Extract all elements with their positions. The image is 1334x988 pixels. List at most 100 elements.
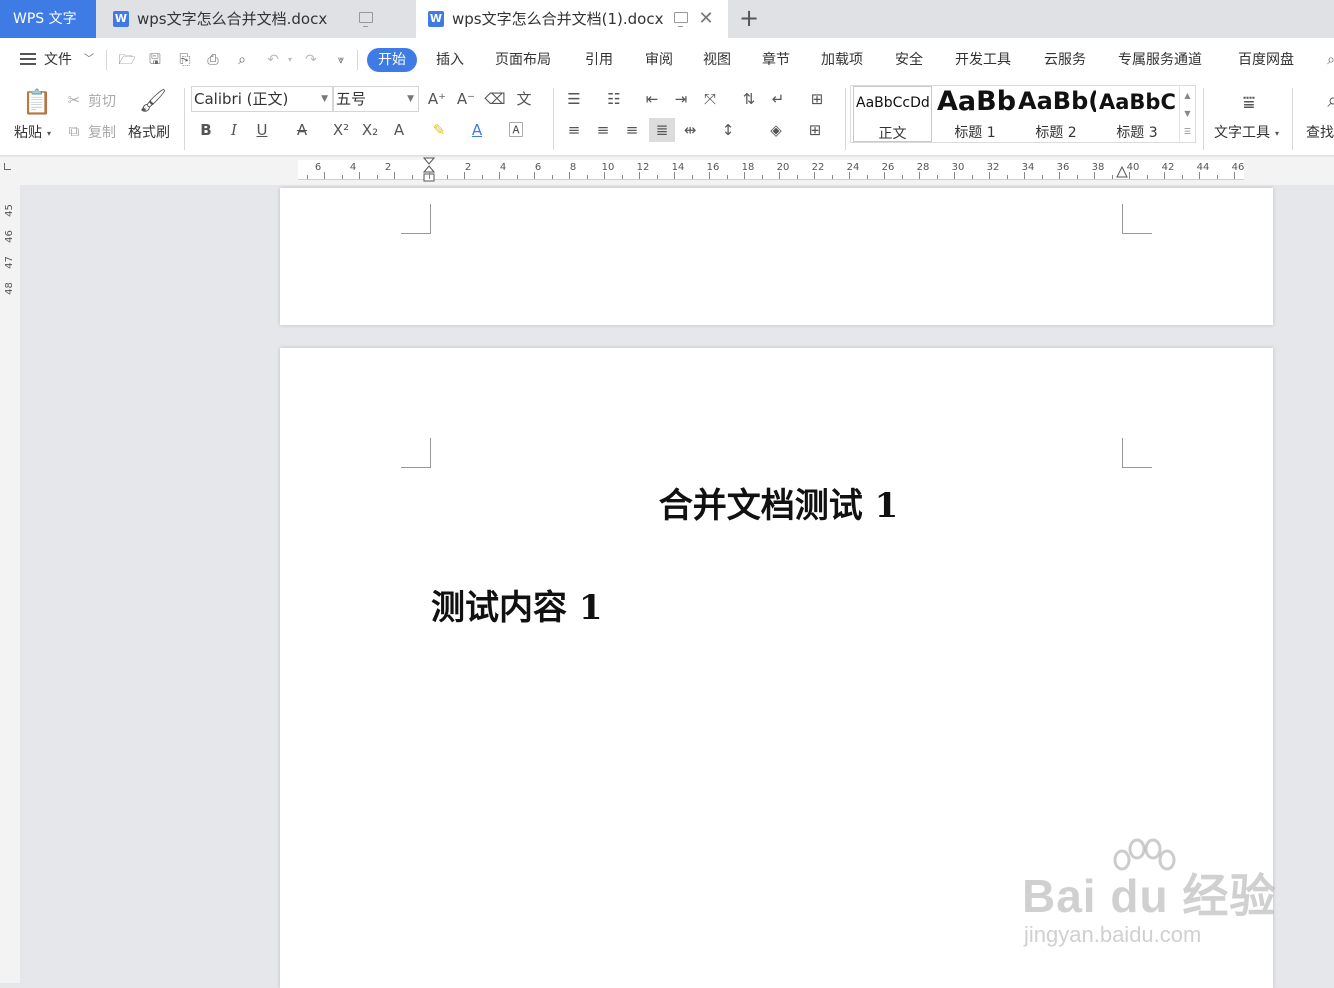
borders-icon[interactable]: ⊞ [804,120,826,140]
vertical-ruler[interactable]: 45 46 47 48 [0,185,20,983]
menu-tab-addins[interactable]: 加载项 [821,50,863,70]
strikethrough-icon[interactable]: A [291,120,313,140]
align-left-icon[interactable]: ≡ [563,120,585,140]
clear-format-icon[interactable]: ⌫ [484,89,506,109]
text-tools-button[interactable]: 文字工具 [1214,122,1270,142]
bullet-list-icon[interactable]: ☰ [563,89,585,109]
align-right-icon[interactable]: ≡ [621,120,643,140]
horizontal-ruler[interactable]: 6 4 2 2 4 6 8 10 12 14 16 18 20 22 24 26 28 30 32 34 36 38 40 4… [298,157,1244,183]
decrease-font-icon[interactable]: A⁻ [455,89,477,109]
tab-selector-icon[interactable] [4,163,11,170]
tab-document-1[interactable]: W wps文字怎么合并文档.docx [101,0,414,38]
subscript-icon[interactable]: X₂ [359,120,381,140]
style-heading-1[interactable]: AaBb 标题 1 [935,86,1015,142]
find-icon[interactable]: ⌕ [1322,90,1334,110]
align-center-icon[interactable]: ≡ [592,120,614,140]
copy-icon[interactable]: ⧉ [63,121,85,141]
text-tools-icon[interactable]: ⩸ [1236,88,1262,116]
wps-app-tab[interactable]: WPS 文字 [0,0,96,38]
underline-icon[interactable]: U [251,120,273,140]
font-size-select[interactable]: 五号 ▼ [333,86,419,112]
ruler-tick [674,172,675,179]
print-icon[interactable]: ⎙ [204,51,222,69]
increase-font-icon[interactable]: A⁺ [426,89,448,109]
find-button[interactable]: 查找 [1306,122,1334,142]
cut-icon[interactable]: ✂ [63,90,85,110]
hamburger-menu-icon[interactable] [20,53,36,65]
menu-tab-home[interactable]: 开始 [367,48,417,72]
phonetic-guide-icon[interactable]: 文 [513,89,535,109]
open-folder-icon[interactable]: 🗁 [118,51,136,69]
chevron-up-icon[interactable]: ▲ [1180,86,1195,105]
superscript-icon[interactable]: X² [330,120,352,140]
menu-tab-security[interactable]: 安全 [895,50,923,70]
menu-tab-view[interactable]: 视图 [703,50,731,70]
tab-document-2[interactable]: W wps文字怎么合并文档(1).docx ✕ [416,0,728,38]
chevron-down-icon[interactable]: ﹀ [80,51,98,69]
undo-icon[interactable]: ↶ [264,51,282,69]
style-normal[interactable]: AaBbCcDd 正文 [853,86,932,142]
chinese-layout-icon[interactable]: ⤧ [699,89,721,109]
document-title[interactable]: 合并文档测试 1 [280,478,1272,527]
indent-marker-icon[interactable] [422,157,436,183]
new-tab-button[interactable]: + [738,0,760,38]
monitor-icon[interactable] [359,12,373,27]
tab-stops-icon[interactable]: ⊞ [806,89,828,109]
paste-button[interactable]: 粘贴 [14,122,42,142]
show-hide-marks-icon[interactable]: ↵ [767,89,789,109]
format-painter-button[interactable]: 格式刷 [128,122,170,142]
divider [1203,88,1204,150]
justify-icon[interactable]: ≣ [649,118,675,142]
shading-icon[interactable]: ◈ [765,120,787,140]
bold-icon[interactable]: B [195,120,217,140]
font-name-select[interactable]: Calibri (正文) ▼ [191,86,333,112]
text-effect-icon[interactable]: A [388,120,410,140]
menu-tab-cloud-service[interactable]: 云服务 [1044,50,1086,70]
redo-icon[interactable]: ↷ [302,51,320,69]
menu-tab-insert[interactable]: 插入 [436,50,464,70]
customize-toolbar-icon[interactable]: ⩔ [332,51,350,69]
undo-dropdown-icon[interactable]: ▾ [281,51,299,69]
highlight-icon[interactable]: ✎ [428,120,450,140]
cut-button[interactable]: 剪切 [88,91,116,111]
decrease-indent-icon[interactable]: ⇤ [641,89,663,109]
expand-gallery-icon[interactable]: ☰ [1180,123,1195,141]
numbered-list-icon[interactable]: ☷ [603,89,625,109]
menu-tab-exclusive-service[interactable]: 专属服务通道 [1118,50,1202,70]
gallery-scroll[interactable]: ▲ ▼ ☰ [1179,86,1195,142]
export-pdf-icon[interactable]: ⎘ [176,51,194,69]
paste-dropdown-icon[interactable]: ▾ [44,124,54,144]
font-color-icon[interactable]: A [466,120,488,140]
style-heading-3[interactable]: AaBbC( 标题 3 [1097,86,1177,142]
document-body-text[interactable]: 测试内容 1 [431,580,603,629]
ruler-number: 20 [776,162,790,173]
increase-indent-icon[interactable]: ⇥ [670,89,692,109]
close-tab-icon[interactable]: ✕ [698,0,714,38]
text-tools-dropdown-icon[interactable]: ▾ [1272,124,1282,144]
menu-file[interactable]: 文件 [44,50,72,70]
copy-button[interactable]: 复制 [88,122,116,142]
menu-tab-developer[interactable]: 开发工具 [955,50,1011,70]
menu-tab-baidu-netdisk[interactable]: 百度网盘 [1238,50,1294,70]
menu-tab-references[interactable]: 引用 [585,50,613,70]
ruler-tick [1006,175,1008,179]
search-icon[interactable]: ⌕ [1322,51,1334,69]
character-border-icon[interactable]: 🄰 [505,120,527,140]
menu-tab-section[interactable]: 章节 [762,50,790,70]
sort-icon[interactable]: ⇅ [738,89,760,109]
paste-icon[interactable]: 📋 [22,88,52,116]
print-preview-icon[interactable]: ⌕ [233,51,251,69]
format-painter-icon[interactable]: 🖌 [139,88,167,116]
previous-page[interactable] [280,188,1273,325]
menu-tab-review[interactable]: 审阅 [645,50,673,70]
line-spacing-icon[interactable]: ↕ [717,120,739,140]
style-heading-2[interactable]: AaBb( 标题 2 [1016,86,1096,142]
save-icon[interactable]: 🖫 [146,51,164,69]
chevron-down-icon[interactable]: ▼ [1180,105,1195,123]
italic-icon[interactable]: I [223,120,245,140]
crop-mark [401,438,431,468]
menu-tab-page-layout[interactable]: 页面布局 [495,50,551,70]
monitor-icon[interactable] [674,12,688,27]
ruler-tick [534,172,535,179]
distributed-align-icon[interactable]: ⇹ [679,120,701,140]
